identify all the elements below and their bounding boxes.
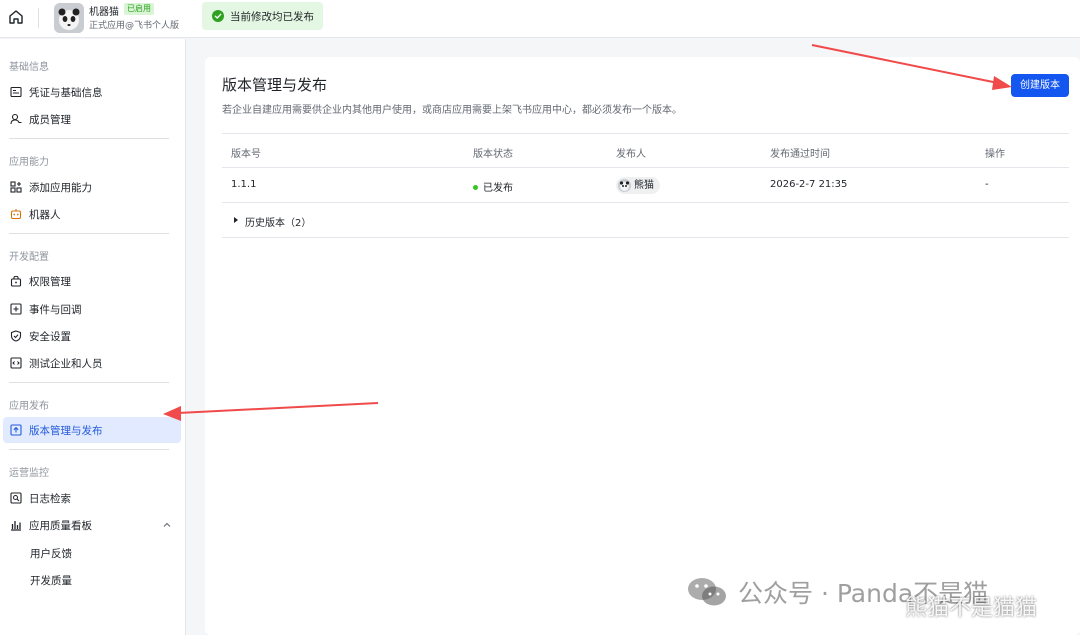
section-title-dev-config: 开发配置: [9, 252, 49, 263]
table-header: 版本号 版本状态 发布人 发布通过时间 操作: [222, 133, 1069, 168]
sidebar-item-permissions[interactable]: 权限管理: [3, 268, 181, 294]
upload-icon: [10, 424, 22, 436]
home-icon[interactable]: [7, 8, 25, 26]
column-header-status: 版本状态: [473, 149, 513, 160]
column-header-publisher: 发布人: [616, 149, 646, 160]
sidebar-item-test-tenant[interactable]: 测试企业和人员: [3, 350, 181, 376]
publisher-chip[interactable]: 熊猫: [616, 177, 660, 194]
code-icon: [10, 357, 22, 369]
robot-icon: [10, 209, 22, 220]
create-version-button[interactable]: 创建版本: [1011, 74, 1069, 97]
lock-icon: [10, 275, 22, 287]
watermark-overlay-text: 熊猫不是猫猫: [905, 596, 1038, 621]
sidebar-item-events[interactable]: 事件与回调: [3, 296, 181, 322]
sidebar-item-log-search[interactable]: 日志检索: [3, 485, 181, 511]
log-search-icon: [10, 492, 22, 504]
sidebar-item-label: 机器人: [29, 209, 61, 221]
sidebar-item-dev-quality[interactable]: 开发质量: [3, 567, 181, 593]
sidebar-item-quality-dashboard[interactable]: 应用质量看板: [3, 512, 181, 538]
sidebar-item-label: 权限管理: [29, 276, 71, 288]
history-versions-label: 历史版本（2）: [245, 218, 312, 229]
version-management-card: 版本管理与发布 若企业自建应用需要供企业内其他用户使用，或商店应用需要上架飞书应…: [205, 57, 1080, 635]
page-description: 若企业自建应用需要供企业内其他用户使用，或商店应用需要上架飞书应用中心，都必须发…: [222, 105, 682, 116]
sidebar-item-security[interactable]: 安全设置: [3, 323, 181, 349]
sidebar-item-credentials[interactable]: 凭证与基础信息: [3, 79, 181, 105]
publisher-avatar: [618, 179, 631, 192]
sidebar-item-user-feedback[interactable]: 用户反馈: [3, 540, 181, 566]
check-circle-icon: [212, 10, 224, 22]
column-header-time: 发布通过时间: [770, 149, 830, 160]
sidebar-divider: [9, 382, 169, 383]
app-name: 机器猫: [89, 7, 119, 18]
page-title: 版本管理与发布: [222, 76, 328, 94]
chevron-up-icon[interactable]: [163, 521, 171, 529]
panda-avatar-icon: [618, 179, 631, 192]
event-icon: [10, 303, 22, 315]
column-header-action: 操作: [985, 149, 1005, 160]
app-status-badge: 已启用: [124, 3, 154, 15]
sidebar-item-label: 日志检索: [29, 493, 71, 505]
section-title-publish: 应用发布: [9, 401, 49, 412]
grid-add-icon: [10, 181, 22, 193]
publish-time: 2026-2-7 21:35: [770, 179, 848, 190]
bar-chart-icon: [11, 521, 21, 531]
top-bar: 机器猫 已启用 正式应用@飞书个人版 当前修改均已发布: [0, 0, 1080, 38]
sidebar-item-label: 开发质量: [30, 575, 72, 587]
section-title-basic: 基础信息: [9, 62, 49, 73]
caret-right-icon: [234, 217, 238, 223]
publish-status-notice: 当前修改均已发布: [202, 2, 323, 30]
table-row: 1.1.1 已发布 熊猫 2026-2-7 21:35 -: [222, 168, 1069, 203]
history-versions-row[interactable]: 历史版本（2）: [222, 203, 1069, 238]
row-action: -: [985, 179, 989, 190]
sidebar-item-label: 事件与回调: [29, 304, 82, 316]
sidebar-item-label: 应用质量看板: [29, 520, 92, 532]
sidebar-divider: [9, 138, 169, 139]
sidebar-item-label: 成员管理: [29, 114, 71, 126]
sidebar-item-label: 凭证与基础信息: [29, 87, 103, 99]
status-dot-icon: [473, 184, 478, 190]
sidebar-item-label: 测试企业和人员: [29, 358, 103, 370]
member-icon: [10, 113, 22, 125]
publisher-name: 熊猫: [634, 180, 654, 191]
sidebar-divider: [9, 233, 169, 234]
sidebar-item-label: 用户反馈: [30, 548, 72, 560]
sidebar-item-add-capability[interactable]: 添加应用能力: [3, 174, 181, 200]
sidebar-divider: [9, 449, 169, 450]
section-title-monitoring: 运营监控: [9, 468, 49, 479]
wechat-icon: [688, 578, 726, 606]
app-subtitle: 正式应用@飞书个人版: [89, 21, 180, 31]
column-header-version: 版本号: [231, 149, 261, 160]
sidebar-item-version-publish[interactable]: 版本管理与发布: [3, 417, 181, 443]
notice-text: 当前修改均已发布: [230, 11, 314, 23]
sidebar: 基础信息 凭证与基础信息 成员管理 应用能力 添加应用能力 机器人 开发配置 权…: [0, 39, 186, 635]
status-text: 已发布: [483, 183, 513, 194]
section-title-capabilities: 应用能力: [9, 157, 49, 168]
shield-icon: [10, 330, 22, 342]
panda-avatar-icon: [54, 3, 84, 33]
sidebar-item-label: 版本管理与发布: [29, 425, 103, 437]
sidebar-item-members[interactable]: 成员管理: [3, 106, 181, 132]
app-avatar: [54, 3, 84, 33]
credential-icon: [10, 86, 22, 98]
sidebar-item-label: 添加应用能力: [29, 182, 92, 194]
version-table: 版本号 版本状态 发布人 发布通过时间 操作 1.1.1 已发布 熊猫 2026…: [222, 133, 1069, 238]
sidebar-item-robot[interactable]: 机器人: [3, 201, 181, 227]
version-number: 1.1.1: [231, 179, 257, 190]
sidebar-item-label: 安全设置: [29, 331, 71, 343]
header-divider: [38, 8, 39, 28]
version-status: 已发布: [473, 179, 513, 194]
